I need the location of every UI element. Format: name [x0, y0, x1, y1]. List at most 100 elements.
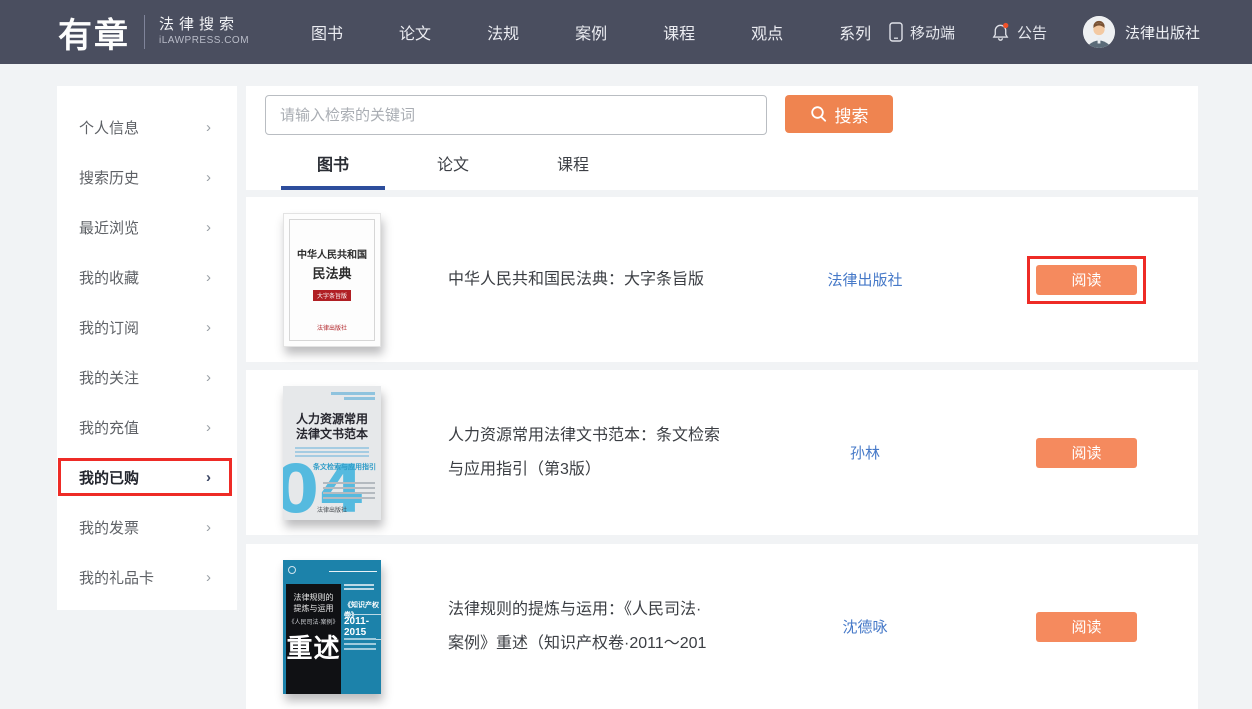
sidebar-item-label: 个人信息: [79, 117, 139, 138]
book-cover[interactable]: 人力资源常用 法律文书范本 04 条文检索与应用指引 法律出版社: [283, 386, 381, 520]
tab-label: 课程: [557, 151, 589, 175]
tab-courses[interactable]: 课程: [521, 135, 625, 190]
sidebar-item-label: 我的充值: [79, 417, 139, 438]
main-nav: 图书 论文 法规 案例 课程 观点 系列: [311, 20, 871, 44]
search-button[interactable]: 搜索: [785, 95, 893, 133]
sidebar-item-label: 搜索历史: [79, 167, 139, 188]
read-button[interactable]: 阅读: [1036, 612, 1137, 642]
chevron-right-icon: ›: [206, 319, 211, 336]
sidebar-item-gift-cards[interactable]: 我的礼品卡 ›: [57, 552, 237, 602]
account-sidebar: 个人信息 › 搜索历史 › 最近浏览 › 我的收藏 › 我的订阅 › 我的关注› 我的充值…: [57, 86, 237, 610]
book-row: 中华人民共和国 民法典 大字条旨版 法律出版社 中华人民共和国民法典：大字条旨版…: [246, 197, 1198, 362]
book-row: 人力资源常用 法律文书范本 04 条文检索与应用指引 法律出版社 人力资源常用法…: [246, 370, 1198, 535]
book-title-line: 中华人民共和国民法典：大字条旨版: [448, 263, 754, 297]
sidebar-item-favorites[interactable]: 我的收藏 ›: [57, 252, 237, 302]
notice-link[interactable]: 公告: [991, 22, 1047, 43]
tab-label: 图书: [317, 151, 349, 175]
chevron-right-icon: ›: [206, 219, 211, 236]
cover-decoration: [288, 566, 296, 574]
chevron-right-icon: ›: [206, 269, 211, 286]
chevron-right-icon: ›: [206, 569, 211, 586]
read-button[interactable]: 阅读: [1036, 265, 1137, 295]
cover-title-line: 《人民司法·案例》: [286, 617, 341, 626]
cover-badge: 大字条旨版: [313, 290, 351, 301]
cover-title-line: 重述: [286, 628, 341, 665]
book-title: 人力资源常用法律文书范本：条文检索 与应用指引（第3版）: [448, 419, 754, 487]
tab-papers[interactable]: 论文: [401, 135, 505, 190]
nav-item-books[interactable]: 图书: [311, 20, 343, 44]
sidebar-item-label: 我的已购: [79, 467, 139, 488]
nav-item-laws[interactable]: 法规: [487, 20, 519, 44]
sidebar-item-label: 我的礼品卡: [79, 567, 154, 588]
book-title-line: 案例》重述（知识产权卷·2011～201: [448, 627, 754, 661]
nav-item-papers[interactable]: 论文: [399, 20, 431, 44]
search-icon: [810, 105, 828, 123]
book-title-line: 人力资源常用法律文书范本：条文检索: [448, 419, 754, 453]
chevron-right-icon: ›: [206, 519, 211, 536]
book-author-link[interactable]: 法律出版社: [780, 269, 950, 290]
bell-wrap: [991, 22, 1010, 42]
cover-subtitle: 条文检索与应用指引: [313, 462, 376, 472]
sidebar-item-recharge[interactable]: 我的充值 ›: [57, 402, 237, 452]
sidebar-item-label: 最近浏览: [79, 217, 139, 238]
cover-decoration: [329, 571, 377, 572]
cover-years: 2011-2015: [344, 614, 381, 640]
search-input[interactable]: [265, 95, 767, 135]
notice-label: 公告: [1017, 22, 1047, 43]
notification-dot: [1003, 23, 1008, 28]
sidebar-item-label: 我的收藏: [79, 267, 139, 288]
chevron-right-icon: ›: [206, 419, 211, 436]
chevron-right-icon: ›: [206, 119, 211, 136]
book-cover[interactable]: 中华人民共和国 民法典 大字条旨版 法律出版社: [283, 213, 381, 347]
book-author-link[interactable]: 沈德咏: [780, 616, 950, 637]
sidebar-item-label: 我的发票: [79, 517, 139, 538]
nav-item-opinions[interactable]: 观点: [751, 20, 783, 44]
user-menu[interactable]: 法律出版社: [1083, 16, 1200, 48]
book-author-link[interactable]: 孙林: [780, 442, 950, 463]
sidebar-item-purchased[interactable]: 我的已购 ›: [57, 452, 237, 502]
cover-decoration: [323, 482, 375, 502]
chevron-right-icon: ›: [206, 169, 211, 186]
bell-icon: [991, 22, 1010, 42]
sidebar-item-subscriptions[interactable]: 我的订阅 ›: [57, 302, 237, 352]
sidebar-item-invoices[interactable]: 我的发票 ›: [57, 502, 237, 552]
avatar: [1083, 16, 1115, 48]
brand-divider: [144, 15, 145, 49]
mobile-label: 移动端: [910, 22, 955, 43]
mobile-phone-icon: [889, 22, 903, 42]
book-title-line: 法律规则的提炼与运用：《人民司法·: [448, 593, 754, 627]
cover-title-line: 人力资源常用 法律文书范本: [283, 412, 381, 442]
nav-item-series[interactable]: 系列: [839, 20, 871, 44]
brand-logo[interactable]: 有章 法律搜索 iLAWPRESS.COM: [58, 8, 249, 57]
search-card: 搜索 图书 论文 课程: [246, 86, 1198, 190]
cover-title-line: 民法典: [290, 263, 374, 282]
sidebar-item-profile[interactable]: 个人信息 ›: [57, 102, 237, 152]
content-tabs: 图书 论文 课程: [246, 135, 1198, 190]
cover-publisher: 法律出版社: [283, 505, 381, 514]
cover-title-line: 中华人民共和国: [290, 246, 374, 261]
chevron-right-icon: ›: [206, 369, 211, 386]
book-title: 中华人民共和国民法典：大字条旨版: [448, 263, 754, 297]
tab-books[interactable]: 图书: [281, 135, 385, 190]
username: 法律出版社: [1125, 22, 1200, 43]
navbar-right: 移动端 公告: [889, 16, 1200, 48]
cover-spine: 法律规则的 提炼与运用 《人民司法·案例》 重述: [286, 584, 341, 694]
cover-decoration: [331, 392, 375, 402]
sidebar-item-recently-viewed[interactable]: 最近浏览 ›: [57, 202, 237, 252]
nav-item-cases[interactable]: 案例: [575, 20, 607, 44]
brand-domain: iLAWPRESS.COM: [159, 35, 249, 48]
top-navbar: 有章 法律搜索 iLAWPRESS.COM 图书 论文 法规 案例 课程 观点 …: [0, 0, 1252, 64]
sidebar-item-label: 我的订阅: [79, 317, 139, 338]
chevron-right-icon: ›: [206, 469, 211, 486]
sidebar-item-search-history[interactable]: 搜索历史 ›: [57, 152, 237, 202]
read-button[interactable]: 阅读: [1036, 438, 1137, 468]
cover-title-line: 提炼与运用: [286, 603, 341, 614]
nav-item-courses[interactable]: 课程: [663, 20, 695, 44]
book-cover[interactable]: 法律规则的 提炼与运用 《人民司法·案例》 重述 《知识产权卷》 2011-20…: [283, 560, 381, 694]
book-cover-art: 中华人民共和国 民法典 大字条旨版 法律出版社: [289, 219, 375, 341]
mobile-link[interactable]: 移动端: [889, 22, 955, 43]
cover-title-line: 法律规则的: [286, 592, 341, 603]
book-title-line: 与应用指引（第3版）: [448, 453, 754, 487]
book-title: 法律规则的提炼与运用：《人民司法· 案例》重述（知识产权卷·2011～201: [448, 593, 754, 661]
sidebar-item-following[interactable]: 我的关注›: [57, 352, 237, 402]
